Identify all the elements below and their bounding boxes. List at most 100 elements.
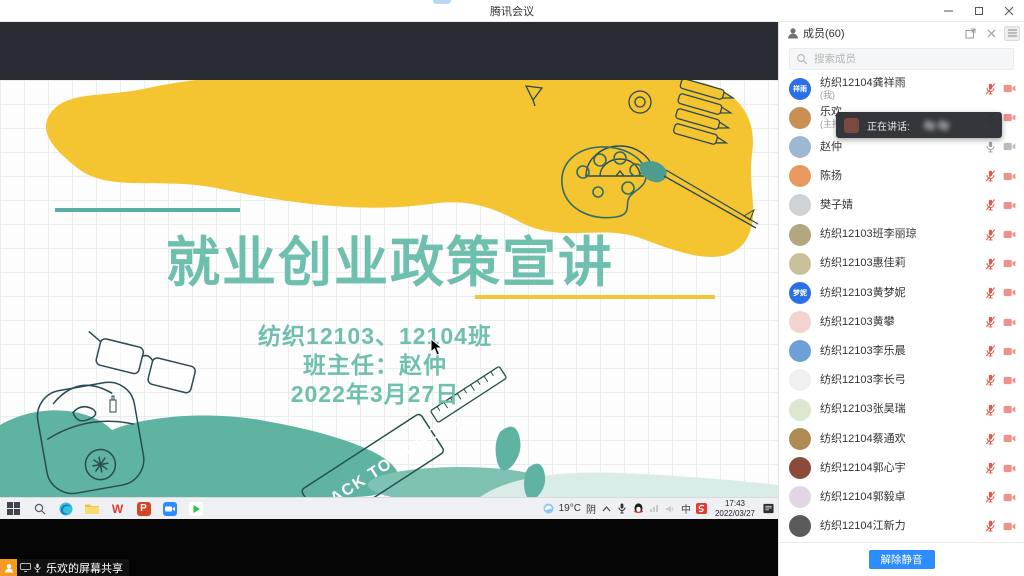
popout-panel-button[interactable] (962, 26, 978, 41)
input-method-indicator[interactable]: 中 (681, 501, 691, 516)
title-accent-line-yellow (475, 295, 715, 299)
tray-red-app-icon[interactable] (696, 503, 707, 514)
camera-status-icon[interactable] (1003, 522, 1016, 531)
weather-condition[interactable]: 阴 (586, 501, 596, 516)
taskbar-explorer-button[interactable] (84, 501, 99, 516)
screen: 腾讯会议 (0, 0, 1024, 576)
tray-mic-icon[interactable] (617, 503, 628, 514)
minimize-button[interactable] (934, 0, 964, 22)
member-row[interactable]: 纺织12104江新力 (779, 512, 1024, 541)
mic-status-icon[interactable] (985, 433, 996, 445)
panel-menu-button[interactable] (1004, 26, 1020, 41)
shared-screen: BACK TO SCHOOL 就业创业政策宣讲 纺织12103、12104班 班… (0, 22, 778, 576)
member-name: 纺织12104龚祥雨 (820, 77, 906, 90)
mic-status-icon[interactable] (985, 287, 996, 299)
mic-status-icon[interactable] (985, 404, 996, 416)
windows-logo-icon (7, 502, 20, 515)
taskbar-meeting-button[interactable] (162, 501, 177, 516)
member-role: (我) (820, 90, 906, 100)
minimize-icon (944, 6, 954, 16)
mic-status-icon[interactable] (985, 316, 996, 328)
member-row[interactable]: 纺织12104郭心宇 (779, 453, 1024, 482)
member-name: 纺织12103黄攀 (820, 316, 895, 329)
notification-center-button[interactable] (763, 503, 774, 514)
mic-status-icon[interactable] (985, 258, 996, 270)
camera-status-icon[interactable] (1003, 259, 1016, 268)
close-button[interactable] (994, 0, 1024, 22)
mic-status-icon[interactable] (985, 199, 996, 211)
mic-status-icon[interactable] (985, 462, 996, 474)
camera-status-icon[interactable] (1003, 376, 1016, 385)
member-row[interactable]: 祥雨 纺织12104龚祥雨 (我) (779, 74, 1024, 103)
camera-status-icon[interactable] (1003, 172, 1016, 181)
members-panel-title: 成员(60) (803, 25, 845, 41)
maximize-icon (974, 6, 984, 16)
member-row[interactable]: 纺织12103李乐晨 (779, 337, 1024, 366)
camera-status-icon[interactable] (1003, 84, 1016, 93)
taskbar-clock[interactable]: 17:43 2022/03/27 (712, 499, 758, 517)
unmute-button[interactable]: 解除静音 (869, 550, 935, 569)
camera-status-icon[interactable] (1003, 230, 1016, 239)
camera-status-icon[interactable] (1003, 142, 1016, 151)
search-members-input[interactable] (789, 48, 1014, 70)
slide-subtitle-date: 2022年3月27日 (75, 375, 675, 409)
weather-icon[interactable] (543, 503, 554, 514)
camera-status-icon[interactable] (1003, 288, 1016, 297)
member-row[interactable]: 陈扬 (779, 162, 1024, 191)
taskbar-powerpoint-button[interactable]: P (136, 501, 151, 516)
member-name: 纺织12103李长弓 (820, 374, 906, 387)
banner-mic-icon (34, 563, 41, 573)
taskbar-search-button[interactable] (32, 501, 47, 516)
member-row[interactable]: 纺织12103惠佳莉 (779, 249, 1024, 278)
mic-status-icon[interactable] (985, 83, 996, 95)
member-name: 纺织12104郭毅卓 (820, 491, 906, 504)
member-avatar (789, 486, 811, 508)
mic-status-icon[interactable] (985, 229, 996, 241)
member-avatar (789, 224, 811, 246)
member-name: 纺织12103黄梦妮 (820, 287, 906, 300)
member-name: 纺织12104蔡通欢 (820, 433, 906, 446)
start-button[interactable] (6, 501, 21, 516)
member-avatar (789, 311, 811, 333)
wps-icon: W (112, 502, 123, 516)
speaking-label: 正在讲话: (867, 118, 910, 133)
member-row[interactable]: 纺织12103张昊瑞 (779, 395, 1024, 424)
member-row[interactable]: 纺织12104郭毅卓 (779, 483, 1024, 512)
taskbar-wps-button[interactable]: W (110, 501, 125, 516)
tray-network-icon[interactable] (649, 503, 660, 514)
camera-status-icon[interactable] (1003, 318, 1016, 327)
camera-status-icon[interactable] (1003, 113, 1016, 122)
tray-expand-button[interactable] (601, 503, 612, 514)
windows-taskbar: W P (0, 497, 778, 519)
mic-status-icon[interactable] (985, 374, 996, 386)
member-row[interactable]: 梦妮 纺织12103黄梦妮 (779, 278, 1024, 307)
member-row[interactable]: 樊子婧 (779, 191, 1024, 220)
search-icon (796, 53, 808, 65)
mic-status-icon[interactable] (985, 170, 996, 182)
screen-share-banner[interactable]: 乐欢的屏幕共享 (0, 559, 129, 576)
camera-status-icon[interactable] (1003, 347, 1016, 356)
mic-status-icon[interactable] (985, 491, 996, 503)
maximize-button[interactable] (964, 0, 994, 22)
tray-volume-icon[interactable] (665, 503, 676, 514)
tray-qq-icon[interactable] (633, 503, 644, 514)
member-row[interactable]: 纺织12103李长弓 (779, 366, 1024, 395)
camera-status-icon[interactable] (1003, 405, 1016, 414)
taskbar-video-app-button[interactable] (188, 501, 203, 516)
camera-status-icon[interactable] (1003, 493, 1016, 502)
camera-status-icon[interactable] (1003, 464, 1016, 473)
meeting-controls-tab[interactable] (433, 0, 451, 4)
member-name: 纺织12103班李丽琼 (820, 228, 917, 241)
mic-status-icon[interactable] (985, 520, 996, 532)
weather-temp[interactable]: 19°C (559, 503, 581, 514)
member-row[interactable]: 纺织12104蔡通欢 (779, 424, 1024, 453)
member-row[interactable]: 纺织12103黄攀 (779, 308, 1024, 337)
camera-status-icon[interactable] (1003, 434, 1016, 443)
mic-status-icon[interactable] (985, 345, 996, 357)
member-row[interactable]: 纺织12103班李丽琼 (779, 220, 1024, 249)
camera-status-icon[interactable] (1003, 201, 1016, 210)
close-panel-button[interactable] (983, 26, 999, 41)
taskbar-edge-button[interactable] (58, 501, 73, 516)
mic-status-icon[interactable] (985, 141, 996, 153)
members-panel-header: 成员(60) (779, 22, 1024, 44)
